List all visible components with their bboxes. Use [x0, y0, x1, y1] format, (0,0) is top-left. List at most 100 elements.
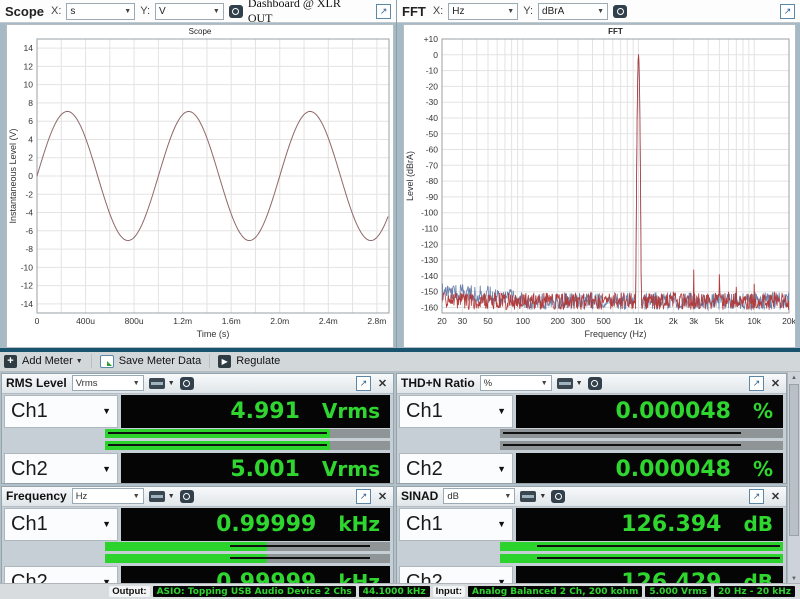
- svg-text:+10: +10: [424, 34, 439, 44]
- channel-selector[interactable]: Ch2 ▼: [4, 565, 118, 584]
- svg-text:1.6m: 1.6m: [222, 316, 241, 326]
- chevron-down-icon[interactable]: ▼: [539, 493, 546, 500]
- svg-text:-10: -10: [21, 262, 34, 272]
- channel-selector[interactable]: Ch1 ▼: [4, 507, 118, 541]
- chevron-down-icon[interactable]: ▼: [168, 493, 175, 500]
- chevron-down-icon: ▼: [504, 492, 512, 500]
- svg-text:-80: -80: [426, 176, 439, 186]
- channel-label: Ch2: [406, 457, 443, 480]
- popout-icon[interactable]: ↗: [356, 375, 371, 391]
- svg-text:0: 0: [28, 171, 33, 181]
- fft-y-unit-select[interactable]: dBrA ▼: [538, 2, 609, 20]
- chevron-down-icon: ▼: [597, 7, 605, 15]
- channel-row: Ch1 ▼ 126.394 dB: [397, 507, 786, 541]
- chevron-down-icon[interactable]: ▼: [76, 358, 83, 365]
- channel-selector[interactable]: Ch2 ▼: [399, 565, 513, 584]
- svg-text:-30: -30: [426, 97, 439, 107]
- meter-value-unit: Vrms: [321, 399, 380, 424]
- save-meter-data-button[interactable]: Save Meter Data: [119, 355, 202, 367]
- meter-unit-select[interactable]: % ▼: [479, 375, 552, 392]
- bandwidth-badge[interactable]: 20 Hz - 20 kHz: [714, 586, 795, 598]
- svg-text:-110: -110: [422, 224, 439, 234]
- meter-readout-icon[interactable]: [148, 490, 165, 502]
- scroll-down-icon[interactable]: ▼: [788, 573, 800, 584]
- settings-target-icon[interactable]: [551, 489, 566, 503]
- popout-icon[interactable]: ↗: [356, 488, 371, 504]
- settings-target-icon[interactable]: [179, 376, 194, 390]
- meter-display: 126.394 dB: [516, 507, 783, 541]
- svg-text:-14: -14: [21, 299, 34, 309]
- meter-value: 126.394: [621, 511, 722, 537]
- meter-title: Frequency: [6, 489, 67, 504]
- close-icon[interactable]: ✕: [376, 490, 389, 503]
- meter-readout-icon[interactable]: [520, 490, 537, 502]
- meter-value-unit: dB: [743, 512, 773, 537]
- svg-text:-40: -40: [426, 113, 439, 123]
- meter-unit-select[interactable]: dB ▼: [443, 488, 516, 505]
- svg-text:1.2m: 1.2m: [173, 316, 192, 326]
- scope-y-unit-select[interactable]: V ▼: [155, 2, 224, 20]
- svg-text:-60: -60: [426, 145, 439, 155]
- add-meter-button[interactable]: Add Meter: [22, 355, 73, 367]
- meter-header: THD+N Ratio % ▼ ▼ ↗ ✕: [397, 373, 786, 394]
- close-icon[interactable]: ✕: [769, 490, 782, 503]
- channel-selector[interactable]: Ch1 ▼: [399, 507, 513, 541]
- meter-value-unit: kHz: [338, 570, 380, 584]
- regulate-button[interactable]: Regulate: [236, 355, 280, 367]
- meter-unit-select[interactable]: Vrms ▼: [71, 375, 144, 392]
- meter-unit-select[interactable]: Hz ▼: [71, 488, 144, 505]
- meter-value: 0.000048: [615, 456, 731, 482]
- fft-plot[interactable]: FFT +10 0 -10 -20 -30 -40 -50 -60 -70 -80 -90 -100 -1…: [403, 24, 797, 348]
- meter-unit-value: %: [483, 377, 493, 389]
- toolbar-separator: [90, 354, 92, 369]
- svg-text:4: 4: [28, 134, 33, 144]
- chevron-down-icon: ▼: [124, 7, 132, 15]
- settings-target-icon[interactable]: [587, 376, 602, 390]
- chevron-down-icon: ▼: [102, 406, 111, 417]
- meter-readout-icon[interactable]: [556, 377, 573, 389]
- svg-text:2: 2: [28, 153, 33, 163]
- settings-target-icon[interactable]: [228, 4, 243, 18]
- settings-target-icon[interactable]: [613, 4, 628, 18]
- chevron-down-icon: ▼: [102, 519, 111, 530]
- meter-header: SINAD dB ▼ ▼ ↗ ✕: [397, 486, 786, 507]
- settings-target-icon[interactable]: [179, 489, 194, 503]
- svg-text:200: 200: [551, 316, 565, 326]
- channel-label: Ch2: [11, 457, 48, 480]
- input-range-badge[interactable]: 5.000 Vrms: [645, 586, 712, 598]
- svg-text:10k: 10k: [747, 316, 761, 326]
- meters-scrollbar[interactable]: ▲ ▼: [787, 371, 800, 584]
- chevron-down-icon[interactable]: ▼: [168, 380, 175, 387]
- scope-x-unit-select[interactable]: s ▼: [66, 2, 136, 20]
- chevron-down-icon[interactable]: ▼: [576, 380, 583, 387]
- channel-label: Ch1: [406, 399, 443, 422]
- meter-value: 4.991: [230, 398, 300, 424]
- channel-selector[interactable]: Ch2 ▼: [4, 452, 118, 483]
- meter-display: 0.99999 kHz: [121, 565, 390, 584]
- svg-text:-4: -4: [25, 208, 33, 218]
- channel-selector[interactable]: Ch1 ▼: [4, 394, 118, 428]
- close-icon[interactable]: ✕: [769, 377, 782, 390]
- fft-x-unit-select[interactable]: Hz ▼: [448, 2, 519, 20]
- input-config-badge[interactable]: Analog Balanced 2 Ch, 200 kohm: [468, 586, 643, 598]
- scroll-up-icon[interactable]: ▲: [788, 372, 800, 384]
- close-icon[interactable]: ✕: [376, 377, 389, 390]
- meter-readout-icon[interactable]: [148, 377, 165, 389]
- sample-rate-badge[interactable]: 44.1000 kHz: [358, 586, 430, 598]
- input-label: Input:: [432, 586, 465, 598]
- channel-row: Ch2 ▼ 126.429 dB: [397, 565, 786, 584]
- meter-toolbar: + Add Meter ▼ Save Meter Data ▶ Regulate: [0, 351, 800, 372]
- scope-y-unit-value: V: [159, 5, 166, 17]
- popout-icon[interactable]: ↗: [780, 3, 795, 19]
- scope-plot[interactable]: Scope 14 12 10 8 6 4 2 0 -2 -4 -6 -8 -10 -12 -14 0 400u 80…: [6, 24, 394, 348]
- meter-unit-value: Hz: [75, 490, 88, 502]
- channel-selector[interactable]: Ch2 ▼: [399, 452, 513, 483]
- channel-label: Ch1: [406, 512, 443, 535]
- popout-icon[interactable]: ↗: [749, 375, 764, 391]
- popout-icon[interactable]: ↗: [749, 488, 764, 504]
- channel-selector[interactable]: Ch1 ▼: [399, 394, 513, 428]
- svg-text:-120: -120: [421, 239, 438, 249]
- scrollbar-thumb[interactable]: [789, 383, 799, 536]
- output-device-badge[interactable]: ASIO: Topping USB Audio Device 2 Chs: [152, 586, 356, 598]
- popout-icon[interactable]: ↗: [376, 3, 391, 19]
